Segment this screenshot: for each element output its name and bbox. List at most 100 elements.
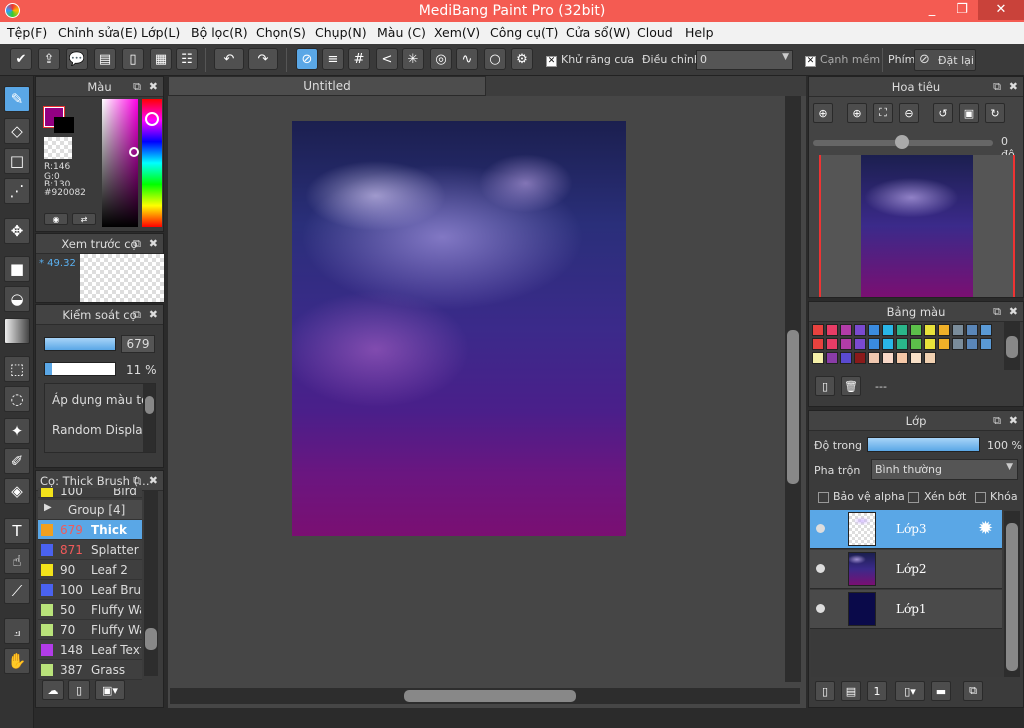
zoom-in-icon[interactable]: ⊕	[813, 103, 833, 123]
menu-tools[interactable]: Công cụ(T)	[490, 25, 558, 40]
brush-group-row[interactable]: ▶ Group [4]	[38, 500, 142, 520]
palette-color-swatch[interactable]	[896, 338, 908, 350]
palette-color-swatch[interactable]	[812, 338, 824, 350]
palette-color-swatch[interactable]	[868, 352, 880, 364]
upload-icon[interactable]: ⇪	[38, 48, 60, 70]
popout-icon[interactable]: ⧉	[133, 234, 141, 254]
palette-color-swatch[interactable]	[812, 352, 824, 364]
palette-color-swatch[interactable]	[826, 338, 838, 350]
cross-snap-icon[interactable]: #	[348, 48, 370, 70]
palette-scrollbar-thumb[interactable]	[1006, 336, 1018, 358]
confirm-icon[interactable]: ✔	[10, 48, 32, 70]
color-swap-button[interactable]: ⇄	[72, 213, 96, 225]
eyedropper-tool-icon[interactable]: ⟓	[4, 618, 30, 644]
new-folder-button[interactable]: ▬	[931, 681, 951, 701]
snap-off-icon[interactable]: ⊘	[296, 48, 318, 70]
color-wheel-button[interactable]: ◉	[44, 213, 68, 225]
palette-color-swatch[interactable]	[854, 324, 866, 336]
layer-row-lop1[interactable]: Lớp1	[810, 590, 1002, 629]
zoom-in-alt-icon[interactable]: ⊕	[847, 103, 867, 123]
fit-window-icon[interactable]: ⛶	[873, 103, 893, 123]
bucket-tool-icon[interactable]: ◒	[4, 286, 30, 312]
brush-row[interactable]: 90 Leaf 2	[38, 560, 142, 580]
brush-row[interactable]: 679 Thick	[38, 520, 142, 540]
close-icon[interactable]: ✖	[149, 234, 158, 254]
palette-color-swatch[interactable]	[952, 338, 964, 350]
message-icon[interactable]: ▤	[94, 48, 116, 70]
blend-mode-dropdown[interactable]: Bình thường ▼	[871, 459, 1018, 480]
reset-button[interactable]: ⊘ Đặt lại	[914, 49, 976, 71]
menu-file[interactable]: Tệp(F)	[7, 25, 47, 40]
brush-size-field[interactable]: 679	[121, 335, 155, 353]
saturation-value-picker[interactable]	[102, 99, 138, 227]
vanishing-snap-icon[interactable]: <	[376, 48, 398, 70]
palette-color-swatch[interactable]	[910, 338, 922, 350]
visibility-eye-icon[interactable]	[816, 564, 825, 573]
palette-color-swatch[interactable]	[966, 324, 978, 336]
menu-layer[interactable]: Lớp(L)	[141, 25, 180, 40]
palette-color-swatch[interactable]	[840, 324, 852, 336]
close-icon[interactable]: ✖	[149, 305, 158, 325]
brush-row[interactable]: 871 Splatter B	[38, 540, 142, 560]
rectangle-tool-icon[interactable]: □	[4, 148, 30, 174]
palette-color-swatch[interactable]	[868, 338, 880, 350]
palette-color-swatch[interactable]	[896, 324, 908, 336]
brush-menu-button[interactable]: ▣▾	[95, 680, 125, 700]
ellipse-snap-icon[interactable]: ○	[484, 48, 506, 70]
gradient-tool-icon[interactable]	[4, 318, 30, 344]
antialias-checkbox[interactable]: ✕	[546, 54, 557, 68]
popout-icon[interactable]: ⧉	[133, 305, 141, 325]
brush-row[interactable]: 148 Leaf Text	[38, 640, 142, 660]
palette-color-swatch[interactable]	[966, 338, 978, 350]
checklist-icon[interactable]: ☷	[176, 48, 198, 70]
circle-snap-icon[interactable]: ◎	[430, 48, 452, 70]
radial-snap-icon[interactable]: ✳	[402, 48, 424, 70]
palette-color-swatch[interactable]	[882, 324, 894, 336]
palette-color-swatch[interactable]	[952, 324, 964, 336]
palette-color-swatch[interactable]	[924, 352, 936, 364]
duplicate-layer-button[interactable]: ⧉	[963, 681, 983, 701]
layer-opacity-slider[interactable]	[867, 437, 980, 452]
eraser-tool-icon[interactable]: ◇	[4, 118, 30, 144]
grid-list-icon[interactable]: ▦	[150, 48, 172, 70]
menu-select[interactable]: Chọn(S)	[256, 25, 306, 40]
popout-icon[interactable]: ⧉	[993, 411, 1001, 431]
minimize-button[interactable]: _	[918, 0, 946, 20]
brush-tool-icon[interactable]: ✎	[4, 86, 30, 112]
adjust-dropdown[interactable]: 0 ▼	[696, 50, 793, 70]
palette-new-button[interactable]: ▯	[815, 376, 835, 396]
gear-icon[interactable]: ✹	[978, 518, 993, 539]
close-icon[interactable]: ✖	[1009, 77, 1018, 97]
menu-edit[interactable]: Chỉnh sửa(E)	[58, 25, 138, 40]
zoom-out-icon[interactable]: ⊖	[899, 103, 919, 123]
canvas-artwork[interactable]	[292, 121, 626, 536]
palette-color-swatch[interactable]	[812, 324, 824, 336]
palette-color-swatch[interactable]	[910, 324, 922, 336]
palette-color-swatch[interactable]	[868, 324, 880, 336]
lock-checkbox[interactable]	[975, 492, 986, 503]
new-layer-button[interactable]: ▯	[815, 681, 835, 701]
option-random-displace[interactable]: Random Displace	[52, 423, 155, 437]
menu-snap[interactable]: Chụp(N)	[315, 25, 367, 40]
palette-color-swatch[interactable]	[882, 352, 894, 364]
clipping-checkbox[interactable]	[908, 492, 919, 503]
protect-alpha-checkbox[interactable]	[818, 492, 829, 503]
palette-color-swatch[interactable]	[896, 352, 908, 364]
lasso-tool-icon[interactable]: ◌	[4, 386, 30, 412]
layer-scrollbar-thumb[interactable]	[1006, 523, 1018, 671]
brush-new-button[interactable]: ▯	[68, 680, 90, 700]
document-tab[interactable]: Untitled	[168, 76, 486, 96]
palette-color-swatch[interactable]	[882, 338, 894, 350]
menu-cloud[interactable]: Cloud	[637, 25, 673, 40]
brush-row[interactable]: 70 Fluffy Wa	[38, 620, 142, 640]
fill-rect-tool-icon[interactable]: ■	[4, 256, 30, 282]
select-rect-tool-icon[interactable]: ⬚	[4, 356, 30, 382]
palette-color-swatch[interactable]	[980, 338, 992, 350]
new-halftone-layer-button[interactable]: ▤	[841, 681, 861, 701]
palette-color-swatch[interactable]	[980, 324, 992, 336]
maximize-button[interactable]: ❐	[948, 0, 976, 20]
brush-row[interactable]: 387 Grass	[38, 660, 142, 680]
palette-color-swatch[interactable]	[826, 324, 838, 336]
select-pen-tool-icon[interactable]: ✐	[4, 448, 30, 474]
parallel-snap-icon[interactable]: ≡	[322, 48, 344, 70]
